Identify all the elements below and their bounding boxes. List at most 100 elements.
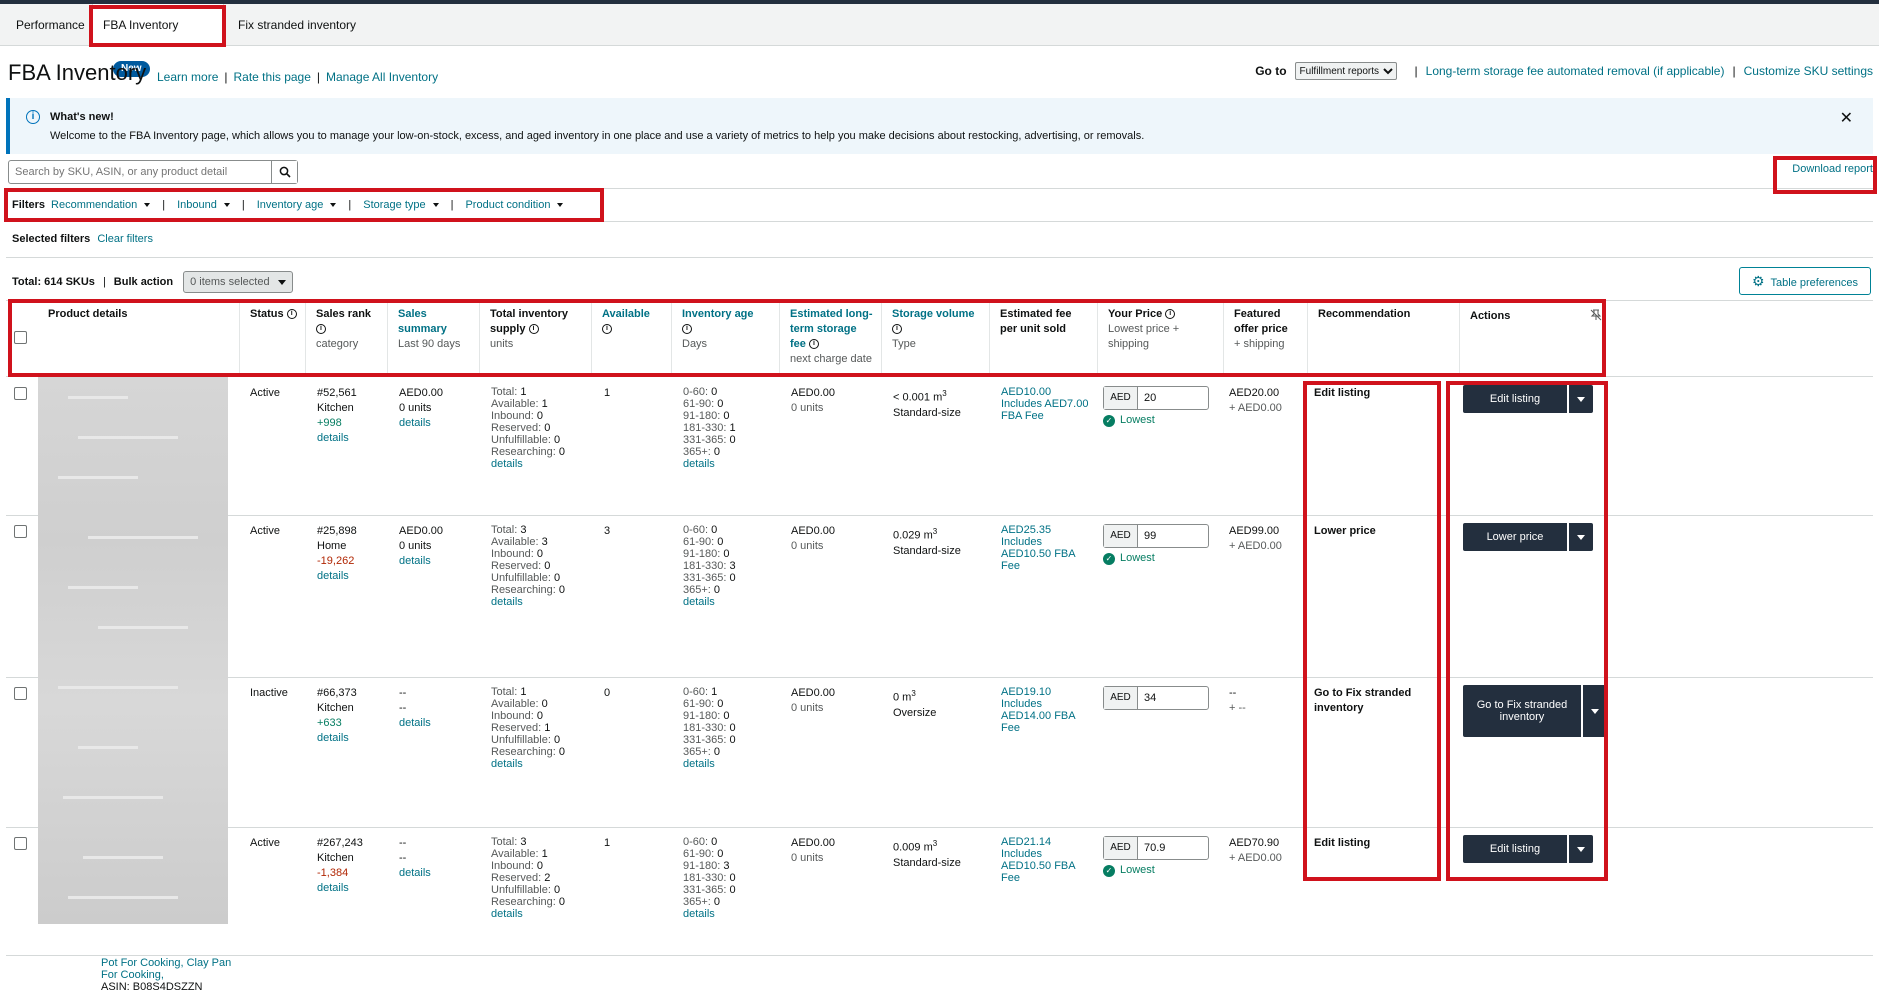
row-checkbox[interactable] (14, 687, 27, 700)
size-type: Standard-size (893, 406, 961, 419)
supply-label: Inbound: (491, 860, 534, 872)
primary-action-button[interactable]: Edit listing (1463, 835, 1567, 863)
col-title[interactable]: term storage (790, 322, 875, 337)
col-title[interactable]: Storage volume (892, 307, 983, 322)
col-title: Recommendation (1318, 308, 1411, 320)
table-preferences-button[interactable]: ⚙ Table preferences (1738, 267, 1871, 295)
details-link[interactable]: details (317, 731, 357, 746)
details-link[interactable]: details (399, 554, 443, 569)
filter-product-condition[interactable]: Product condition (465, 199, 564, 211)
action-dropdown-button[interactable] (1569, 385, 1593, 413)
details-link[interactable]: details (491, 908, 565, 920)
action-dropdown-button[interactable] (1583, 685, 1607, 737)
sales-rank: #66,373 Kitchen +633 details (317, 686, 357, 746)
unpin-icon[interactable] (1590, 309, 1602, 321)
row-checkbox[interactable] (14, 387, 27, 400)
row-checkbox[interactable] (14, 525, 27, 538)
fee-breakdown: AED14.00 FBA Fee (1001, 710, 1075, 734)
action-dropdown-button[interactable] (1569, 835, 1593, 863)
col-title[interactable]: Inventory age (682, 307, 773, 322)
filter-inventory-age[interactable]: Inventory age (257, 199, 337, 211)
featured-shipping: + AED0.00 (1229, 402, 1282, 414)
price-input[interactable]: AED 34 (1103, 686, 1209, 710)
primary-action-button[interactable]: Lower price (1463, 523, 1567, 551)
info-icon[interactable]: i (528, 324, 539, 335)
sales-units: 0 units (399, 402, 432, 414)
supply-label: Total: (491, 524, 518, 536)
row-checkbox[interactable] (14, 837, 27, 850)
rank-change: +998 (317, 417, 342, 429)
customize-sku-settings-link[interactable]: Customize SKU settings (1744, 64, 1873, 78)
estimated-fee[interactable]: AED10.00 Includes AED7.00 FBA Fee (1001, 386, 1096, 422)
details-link[interactable]: details (491, 596, 565, 608)
col-title[interactable]: Estimated long- (790, 307, 875, 322)
details-link[interactable]: details (399, 416, 443, 431)
age-value: 0 (713, 896, 721, 908)
clear-filters-link[interactable]: Clear filters (97, 233, 153, 245)
whats-new-banner: i What's new! Welcome to the FBA Invento… (6, 98, 1873, 154)
filter-recommendation[interactable]: Recommendation (51, 199, 151, 211)
search-input[interactable] (9, 161, 271, 183)
col-title[interactable]: Available (602, 307, 665, 322)
filter-inbound[interactable]: Inbound (177, 199, 230, 211)
details-link[interactable]: details (399, 716, 431, 731)
details-link[interactable]: details (491, 758, 565, 770)
manage-all-inventory-link[interactable]: Manage All Inventory (326, 70, 438, 84)
primary-action-button[interactable]: Edit listing (1463, 385, 1567, 413)
estimated-fee[interactable]: AED21.14 Includes AED10.50 FBA Fee (1001, 836, 1096, 884)
supply-label: Inbound: (491, 710, 534, 722)
info-icon[interactable]: i (808, 339, 819, 350)
caret-down-icon (557, 203, 564, 208)
learn-more-link[interactable]: Learn more (157, 70, 218, 84)
age-value: 0 (729, 434, 736, 446)
download-report-link[interactable]: Download report (1792, 163, 1873, 175)
tab-fix-stranded-inventory[interactable]: Fix stranded inventory (228, 4, 366, 46)
age-value: 0 (717, 698, 724, 710)
details-link[interactable]: details (683, 758, 736, 770)
info-icon[interactable]: i (892, 322, 983, 337)
details-link[interactable]: details (317, 431, 357, 446)
goto-select[interactable]: Fulfillment reports (1294, 62, 1397, 80)
info-icon[interactable]: i (286, 309, 297, 320)
tab-fba-inventory[interactable]: FBA InventoryNew (92, 4, 224, 77)
details-link[interactable]: details (399, 866, 431, 881)
long-term-storage-removal-link[interactable]: Long-term storage fee automated removal … (1426, 64, 1725, 78)
primary-action-button[interactable]: Go to Fix stranded inventory (1463, 685, 1581, 737)
separator: | (450, 199, 454, 211)
rate-page-link[interactable]: Rate this page (234, 70, 311, 84)
lt-fee-value: AED0.00 (791, 687, 836, 699)
info-icon[interactable]: i (316, 322, 381, 337)
details-link[interactable]: details (317, 569, 357, 584)
filter-label: Inventory age (256, 199, 324, 211)
estimated-fee[interactable]: AED25.35 Includes AED10.50 FBA Fee (1001, 524, 1096, 572)
lt-fee-units: 0 units (791, 402, 824, 414)
col-title[interactable]: fee (790, 338, 806, 350)
lowest-indicator: ✓ Lowest (1103, 413, 1209, 428)
total-supply: Total: 1 Available: 1 Inbound: 0 Reserve… (491, 386, 565, 470)
col-title: Total inventory supply i (490, 307, 585, 337)
sales-summary: AED0.00 0 units details (399, 524, 443, 569)
details-link[interactable]: details (317, 881, 363, 896)
price-input[interactable]: AED 70.9 (1103, 836, 1209, 860)
action-dropdown-button[interactable] (1569, 523, 1593, 551)
info-icon[interactable]: i (602, 322, 665, 337)
age-label: 181-330: (683, 722, 727, 734)
close-icon[interactable]: ✕ (1840, 108, 1853, 128)
price-input[interactable]: AED 99 (1103, 524, 1209, 548)
details-link[interactable]: details (683, 908, 736, 920)
estimated-fee[interactable]: AED19.10 Includes AED14.00 FBA Fee (1001, 686, 1096, 734)
details-link[interactable]: details (491, 458, 565, 470)
bulk-action-select[interactable]: 0 items selected (183, 271, 293, 293)
info-icon[interactable]: i (682, 322, 773, 337)
select-all-checkbox[interactable] (14, 331, 27, 344)
search-button[interactable] (271, 161, 297, 183)
details-link[interactable]: details (683, 458, 736, 470)
col-title[interactable]: Sales summary (398, 307, 458, 337)
details-link[interactable]: details (683, 596, 736, 608)
filter-storage-type[interactable]: Storage type (363, 199, 439, 211)
price-input[interactable]: AED 20 (1103, 386, 1209, 410)
rank-category: Home (317, 540, 347, 552)
tab-performance[interactable]: Performance (6, 4, 95, 46)
fee-value: AED10.00 (1001, 386, 1052, 398)
info-icon[interactable]: i (1165, 309, 1176, 320)
